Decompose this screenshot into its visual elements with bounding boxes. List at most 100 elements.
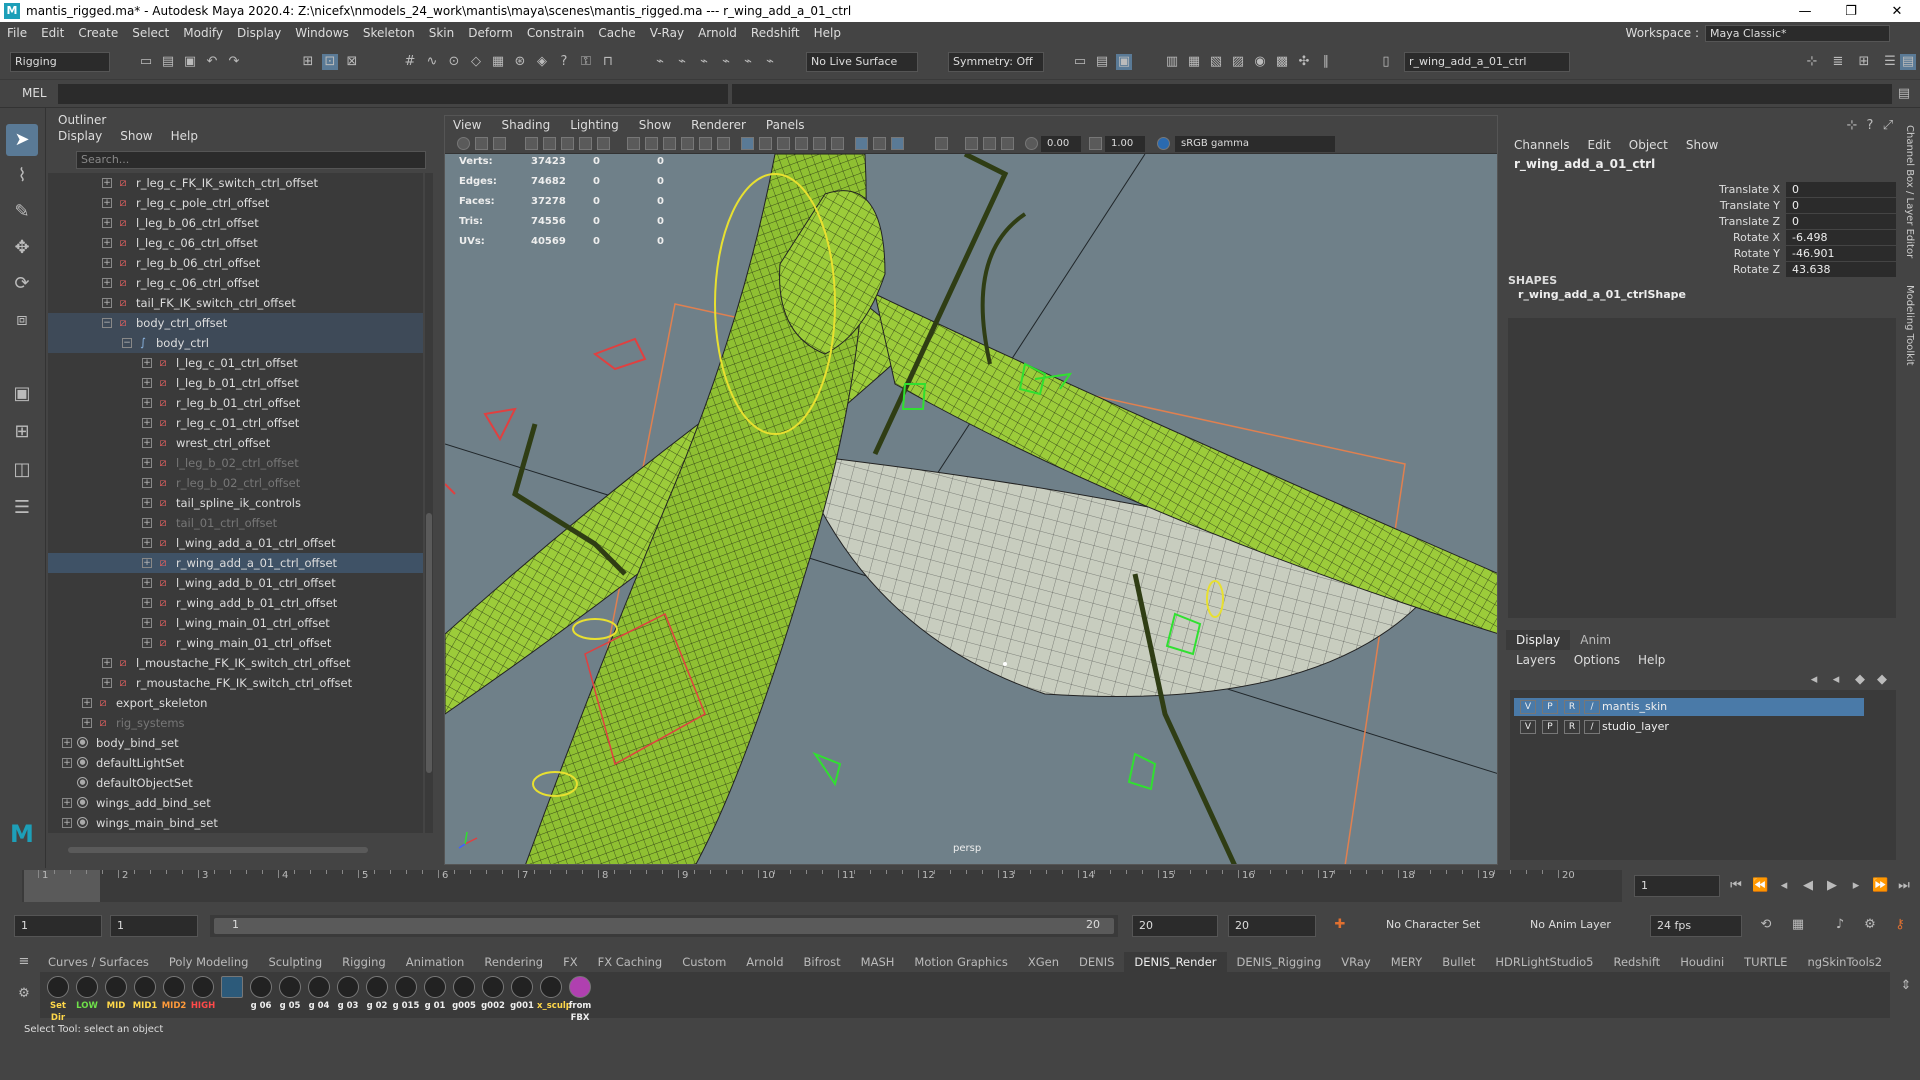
expand-icon[interactable]: + [62,798,72,808]
loop-icon[interactable]: ⟲ [1758,917,1774,933]
shape-node-name[interactable]: r_wing_add_a_01_ctrlShape [1518,288,1686,301]
shelf-button[interactable]: from FBX [566,976,594,1024]
outliner-row[interactable]: + ⧄ rig_systems [48,713,423,733]
layer-color-swatch[interactable]: / [1584,720,1600,734]
outliner-row[interactable]: + ⧄ r_leg_c_01_ctrl_offset [48,413,423,433]
viewport-menu-renderer[interactable]: Renderer [691,116,746,134]
snap-grid-icon[interactable]: # [402,54,418,70]
object-name-field[interactable]: r_wing_add_a_01_ctrl [1404,52,1570,72]
expand-icon[interactable]: + [142,478,152,488]
shelf-tab[interactable]: MERY [1381,952,1432,972]
outliner-row[interactable]: + ⧄ r_leg_c_FK_IK_switch_ctrl_offset [48,173,423,193]
expand-icon[interactable]: + [142,358,152,368]
maximize-button[interactable]: ❐ [1828,4,1874,19]
render-globals-icon[interactable]: ▧ [1208,54,1224,70]
menu-modify[interactable]: Modify [176,26,230,40]
menu-arnold[interactable]: Arnold [691,26,744,40]
outliner-row[interactable]: + ⧄ r_moustache_FK_IK_switch_ctrl_offset [48,673,423,693]
image-plane-icon[interactable] [493,137,506,150]
motion-blur-icon[interactable] [813,137,826,150]
character-set-dropdown[interactable]: No Character Set [1380,915,1510,937]
new-scene-icon[interactable]: ▭ [138,54,154,70]
menu-cache[interactable]: Cache [591,26,642,40]
expand-icon[interactable]: + [102,218,112,228]
symmetry-dropdown[interactable]: Symmetry: Off [948,52,1044,72]
new-layer-selected-icon[interactable]: ◆ [1874,672,1890,688]
go-to-end-icon[interactable]: ⏭ [1896,878,1912,894]
gamma-field[interactable]: 1.00 [1105,136,1145,152]
shelf-tab[interactable]: ngSkinTools2 [1797,952,1892,972]
gate-mask-icon[interactable] [561,137,574,150]
shelf-tab[interactable]: MASH [851,952,905,972]
shelf-button[interactable]: HIGH [189,976,217,1012]
channels-show-menu[interactable]: Show [1686,136,1718,154]
exposure-icon[interactable] [1025,137,1038,150]
viewport-menu-shading[interactable]: Shading [501,116,550,134]
end-time-field[interactable]: 20 [1228,915,1316,937]
outliner-row[interactable]: + ⧄ r_leg_c_pole_ctrl_offset [48,193,423,213]
snap-vertex-icon[interactable]: ◈ [534,54,550,70]
tool-settings-icon[interactable]: ⊞ [1856,54,1872,70]
shelf-scroll-icon[interactable]: ⇕ [1898,978,1914,994]
magnet-icon[interactable]: ⊓ [600,54,616,70]
control-curve[interactable] [572,618,618,640]
outliner-row[interactable]: + ⧄ tail_spline_ik_controls [48,493,423,513]
isolate-select-icon[interactable] [855,137,868,150]
redo-icon[interactable]: ↷ [226,54,242,70]
shelf-tab[interactable]: FX [553,952,588,972]
shelf-tab[interactable]: Poly Modeling [159,952,259,972]
outliner-row[interactable]: + ⧄ l_leg_b_02_ctrl_offset [48,453,423,473]
menu-deform[interactable]: Deform [461,26,520,40]
shelf-menu-icon[interactable]: ≡ [16,954,32,970]
channel-label[interactable]: Translate Y [1720,198,1780,214]
pole-control[interactable] [483,407,517,442]
expand-icon[interactable]: + [142,558,152,568]
channel-row[interactable]: Rotate Z 43.638 [1516,262,1896,278]
menu-create[interactable]: Create [71,26,125,40]
channel-value[interactable]: 0 [1786,182,1896,197]
history-icon[interactable]: ⌁ [652,54,668,70]
outliner-row[interactable]: + ⧄ tail_FK_IK_switch_ctrl_offset [48,293,423,313]
auto-key-icon[interactable]: ✚ [1332,917,1348,933]
render-view-icon[interactable]: ▣ [1116,54,1132,70]
hypershade-icon[interactable]: ▨ [1230,54,1246,70]
ik-switch-control[interactable] [592,337,647,371]
workspace-dropdown[interactable]: Maya Classic* [1705,24,1890,42]
menu-display[interactable]: Display [230,26,288,40]
range-slider-bar[interactable]: 1 20 [210,915,1118,937]
expand-icon[interactable]: + [142,618,152,628]
channel-label[interactable]: Rotate Y [1734,246,1780,262]
shelf-button[interactable]: Set Dir [44,976,72,1024]
channel-label[interactable]: Rotate Z [1733,262,1780,278]
render-frame-icon[interactable]: ▥ [1164,54,1180,70]
two-view-layout-icon[interactable]: ◫ [6,454,38,486]
make-live-icon[interactable]: ⌁ [762,54,778,70]
outliner-row[interactable]: + ⧄ tail_01_ctrl_offset [48,513,423,533]
expand-icon[interactable]: + [102,278,112,288]
shelf-button[interactable]: g002 [479,976,507,1012]
outliner-row[interactable]: + ⧄ l_wing_add_a_01_ctrl_offset [48,533,423,553]
expand-icon[interactable]: + [62,738,72,748]
bookmark-icon[interactable] [475,137,488,150]
shelf-button[interactable]: x_sculp [537,976,572,1012]
shelf-button[interactable]: g 02 [363,976,391,1012]
channel-box-icon[interactable]: ☰ [1882,54,1898,70]
play-forwards-icon[interactable]: ▶ [1824,878,1840,894]
xray-active-icon[interactable] [891,137,904,150]
live-surface-dropdown[interactable]: No Live Surface [806,52,918,72]
outliner-row[interactable]: + ● defaultLightSet [48,753,423,773]
outliner-row[interactable]: + ⧄ r_wing_main_01_ctrl_offset [48,633,423,653]
shelf-button[interactable]: MID [102,976,130,1012]
shelf-tab[interactable]: DENIS_Render [1124,952,1227,972]
expand-icon[interactable]: + [102,658,112,668]
vray-render-icon[interactable]: ✣ [1296,54,1312,70]
expand-icon[interactable]: + [102,258,112,268]
expand-icon[interactable]: + [62,818,72,828]
anim-end-field[interactable]: 20 [1132,915,1218,937]
shelf-button[interactable]: MID2 [160,976,188,1012]
redshift-render-icon[interactable]: ▩ [1274,54,1290,70]
selection-mask-icon[interactable]: ⌁ [740,54,756,70]
current-frame-marker[interactable] [24,870,100,902]
layer-visibility-toggle[interactable]: V [1520,700,1536,714]
channel-value[interactable]: 43.638 [1786,262,1896,277]
